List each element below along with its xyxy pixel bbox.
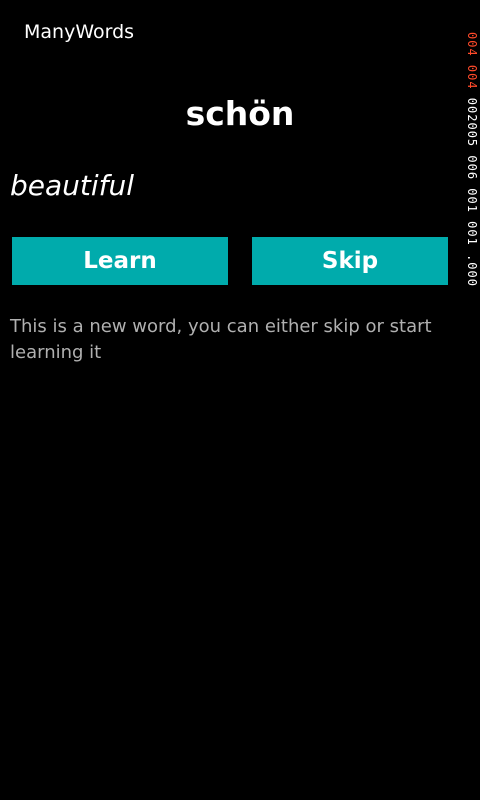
frame-rate-counter: 004 004 002005 006 001 001 .000	[465, 32, 479, 287]
skip-button[interactable]: Skip	[252, 237, 448, 285]
word-text: schön	[185, 94, 295, 133]
translation-text: beautiful	[10, 169, 135, 202]
hint-text: This is a new word, you can either skip …	[10, 316, 432, 363]
app-title: ManyWords	[24, 21, 135, 43]
learn-button[interactable]: Learn	[12, 237, 228, 285]
frame-rate-counter-red: 004 004	[465, 32, 479, 90]
frame-rate-counter-white: 002005 006 001 001 .000	[465, 89, 479, 287]
